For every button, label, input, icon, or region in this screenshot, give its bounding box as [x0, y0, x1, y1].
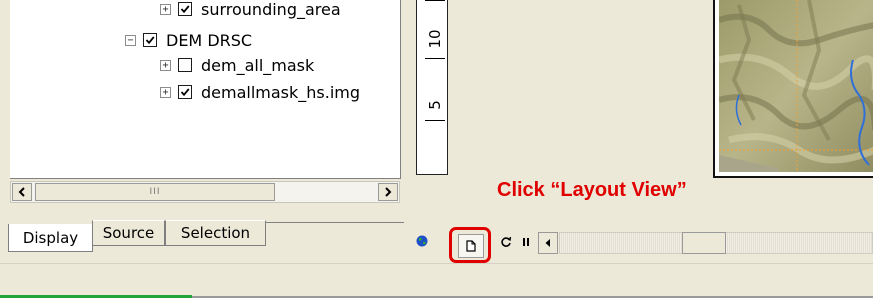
checkmark-icon: [180, 88, 190, 97]
checkmark-icon: [145, 36, 155, 45]
tab-selection[interactable]: Selection: [165, 220, 266, 246]
layer-label: DEM DRSC: [166, 30, 253, 50]
checkmark-icon: [180, 5, 190, 14]
layer-label: surrounding_area: [201, 0, 341, 19]
layer-row-dem-drsc[interactable]: − DEM DRSC: [125, 29, 252, 51]
tab-source[interactable]: Source: [92, 220, 165, 246]
layer-row-demallmask-hs[interactable]: + demallmask_hs.img: [160, 81, 360, 103]
map-data-frame[interactable]: [713, 0, 873, 178]
refresh-button[interactable]: [498, 233, 514, 251]
layer-row-dem-all-mask[interactable]: + dem_all_mask: [160, 54, 314, 76]
expand-icon[interactable]: +: [160, 86, 171, 98]
collapse-icon[interactable]: −: [125, 34, 136, 46]
scroll-grip: III: [149, 187, 161, 197]
tab-divider: [266, 222, 404, 223]
layer-row-surrounding-area[interactable]: + surrounding_area: [160, 0, 341, 20]
page-icon: [466, 240, 476, 252]
layout-view-button[interactable]: [458, 234, 484, 258]
ruler-tick: [425, 120, 445, 121]
instruction-annotation: Click “Layout View”: [497, 179, 687, 201]
left-arrow-icon: [545, 239, 550, 247]
table-of-contents-panel: + surrounding_area − DEM DRSC + dem_all_…: [0, 0, 404, 252]
pause-icon: [523, 238, 529, 246]
chevron-right-icon: [385, 187, 392, 197]
layer-checkbox[interactable]: [143, 33, 157, 47]
ruler-label-5: 5: [426, 100, 444, 110]
toc-tab-strip: Source Selection Display: [0, 220, 404, 252]
scroll-thumb[interactable]: III: [35, 183, 275, 201]
data-view-button[interactable]: [414, 233, 430, 249]
pause-button[interactable]: [518, 233, 534, 251]
expand-icon[interactable]: +: [160, 3, 171, 15]
scroll-left-button[interactable]: [12, 183, 32, 201]
ruler-tick: [425, 58, 445, 59]
layer-tree: + surrounding_area − DEM DRSC + dem_all_…: [10, 0, 401, 179]
tab-display[interactable]: Display: [8, 224, 93, 252]
toolbar-scroll-thumb[interactable]: [682, 232, 726, 254]
ruler-label-10: 10: [426, 29, 444, 49]
globe-icon: [416, 235, 428, 247]
layer-label: demallmask_hs.img: [201, 82, 361, 102]
vertical-ruler: 10 5: [416, 0, 448, 175]
layer-checkbox[interactable]: [178, 2, 192, 16]
scroll-right-button[interactable]: [378, 183, 398, 201]
view-toolbar: [412, 227, 873, 263]
expand-icon[interactable]: +: [160, 59, 171, 71]
layer-checkbox[interactable]: [178, 58, 192, 72]
refresh-icon: [501, 236, 512, 247]
horizontal-scrollbar[interactable]: III: [10, 181, 400, 203]
layer-checkbox[interactable]: [178, 85, 192, 99]
hillshade-map-image: [719, 0, 873, 172]
layer-label: dem_all_mask: [201, 55, 315, 75]
chevron-left-icon: [18, 187, 25, 197]
toolbar-scroll-left-button[interactable]: [538, 232, 558, 254]
status-bar: [0, 263, 873, 298]
